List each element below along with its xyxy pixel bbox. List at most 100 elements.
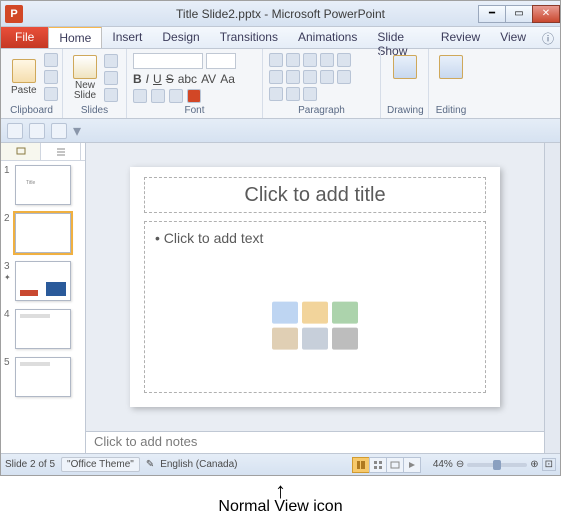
smartart-icon[interactable] bbox=[303, 87, 317, 101]
body-placeholder-text: Click to add text bbox=[155, 230, 475, 246]
insert-smartart-icon[interactable] bbox=[332, 301, 358, 323]
insert-clipart-icon[interactable] bbox=[302, 327, 328, 349]
thumbnail-5[interactable]: 5 bbox=[1, 353, 85, 401]
tab-slideshow[interactable]: Slide Show bbox=[367, 27, 430, 48]
tab-transitions[interactable]: Transitions bbox=[210, 27, 288, 48]
indent-dec-icon[interactable] bbox=[303, 53, 317, 67]
tab-view[interactable]: View bbox=[490, 27, 536, 48]
zoom-controls: 44% ⊖ ⊕ ⊡ bbox=[433, 458, 556, 471]
layout-icon[interactable] bbox=[104, 54, 118, 68]
paste-label: Paste bbox=[11, 85, 37, 96]
group-drawing: Drawing bbox=[381, 49, 429, 118]
bullets-icon[interactable] bbox=[269, 53, 283, 67]
editing-icon bbox=[439, 55, 463, 79]
justify-icon[interactable] bbox=[320, 70, 334, 84]
spacing-button[interactable]: AV bbox=[201, 72, 216, 86]
line-spacing-icon[interactable] bbox=[337, 53, 351, 67]
insert-chart-icon[interactable] bbox=[302, 301, 328, 323]
strike-button[interactable]: S bbox=[166, 72, 174, 86]
font-color-icon[interactable] bbox=[187, 89, 201, 103]
spellcheck-icon[interactable]: ✎ bbox=[146, 459, 154, 470]
notes-pane[interactable]: Click to add notes bbox=[86, 431, 544, 453]
slide-canvas-area: Click to add title Click to add text bbox=[86, 143, 544, 453]
format-painter-icon[interactable] bbox=[44, 87, 58, 101]
align-left-icon[interactable] bbox=[269, 70, 283, 84]
tab-insert[interactable]: Insert bbox=[102, 27, 152, 48]
paste-button[interactable]: Paste bbox=[7, 57, 41, 98]
tab-design[interactable]: Design bbox=[152, 27, 209, 48]
zoom-out-button[interactable]: ⊖ bbox=[456, 459, 464, 470]
normal-view-button[interactable] bbox=[352, 457, 370, 473]
cut-icon[interactable] bbox=[44, 53, 58, 67]
columns-icon[interactable] bbox=[337, 70, 351, 84]
reset-icon[interactable] bbox=[104, 71, 118, 85]
quick-access-toolbar: ▾ bbox=[1, 119, 560, 143]
redo-icon[interactable] bbox=[51, 123, 67, 139]
maximize-button[interactable]: ▭ bbox=[505, 5, 533, 23]
thumbnail-4[interactable]: 4 bbox=[1, 305, 85, 353]
section-icon[interactable] bbox=[104, 88, 118, 102]
align-center-icon[interactable] bbox=[286, 70, 300, 84]
title-placeholder[interactable]: Click to add title bbox=[144, 177, 486, 213]
language-indicator[interactable]: English (Canada) bbox=[160, 459, 237, 470]
case-button[interactable]: Aa bbox=[220, 72, 235, 86]
thumbnail-2[interactable]: 2 bbox=[1, 209, 85, 257]
underline-button[interactable]: U bbox=[153, 72, 162, 86]
slide-counter: Slide 2 of 5 bbox=[5, 459, 55, 470]
thumbnail-1[interactable]: 1Title bbox=[1, 161, 85, 209]
vertical-scrollbar[interactable] bbox=[544, 143, 560, 453]
thumbnail-3[interactable]: 3✦ bbox=[1, 257, 85, 305]
drawing-label: Drawing bbox=[387, 105, 422, 116]
slides-tab-icon[interactable] bbox=[1, 143, 41, 160]
font-size-select[interactable] bbox=[206, 53, 236, 69]
slideshow-view-button[interactable] bbox=[403, 457, 421, 473]
content-placeholder[interactable]: Click to add text bbox=[144, 221, 486, 393]
sorter-view-button[interactable] bbox=[369, 457, 387, 473]
slide[interactable]: Click to add title Click to add text bbox=[130, 167, 500, 407]
help-icon[interactable]: ⓘ bbox=[536, 27, 560, 48]
drawing-button[interactable] bbox=[387, 53, 422, 81]
outline-tab-icon[interactable] bbox=[41, 143, 81, 160]
content-type-icons[interactable] bbox=[272, 301, 358, 349]
minimize-button[interactable]: ━ bbox=[478, 5, 506, 23]
font-family-select[interactable] bbox=[133, 53, 203, 69]
file-tab[interactable]: File bbox=[1, 27, 48, 48]
text-direction-icon[interactable] bbox=[269, 87, 283, 101]
align-text-icon[interactable] bbox=[286, 87, 300, 101]
align-right-icon[interactable] bbox=[303, 70, 317, 84]
grow-font-icon[interactable] bbox=[133, 89, 147, 103]
undo-icon[interactable] bbox=[29, 123, 45, 139]
bold-button[interactable]: B bbox=[133, 72, 142, 86]
fit-window-button[interactable]: ⊡ bbox=[542, 458, 556, 471]
tab-home[interactable]: Home bbox=[48, 26, 102, 48]
insert-table-icon[interactable] bbox=[272, 301, 298, 323]
italic-button[interactable]: I bbox=[146, 72, 149, 86]
zoom-in-button[interactable]: ⊕ bbox=[530, 459, 538, 470]
tab-review[interactable]: Review bbox=[431, 27, 490, 48]
copy-icon[interactable] bbox=[44, 70, 58, 84]
insert-media-icon[interactable] bbox=[332, 327, 358, 349]
close-button[interactable]: ✕ bbox=[532, 5, 560, 23]
group-slides: New Slide Slides bbox=[63, 49, 127, 118]
reading-view-button[interactable] bbox=[386, 457, 404, 473]
group-paragraph: Paragraph bbox=[263, 49, 381, 118]
zoom-level[interactable]: 44% bbox=[433, 459, 453, 470]
editing-button[interactable] bbox=[435, 53, 467, 81]
font-label: Font bbox=[133, 105, 256, 116]
indent-inc-icon[interactable] bbox=[320, 53, 334, 67]
shadow-button[interactable]: abc bbox=[178, 72, 197, 86]
insert-picture-icon[interactable] bbox=[272, 327, 298, 349]
paragraph-label: Paragraph bbox=[269, 105, 374, 116]
shrink-font-icon[interactable] bbox=[151, 89, 165, 103]
zoom-slider[interactable] bbox=[467, 463, 527, 467]
new-slide-button[interactable]: New Slide bbox=[69, 53, 101, 103]
thumbnail-panel: 1Title 2 3✦ 4 5 bbox=[1, 143, 86, 453]
tab-animations[interactable]: Animations bbox=[288, 27, 367, 48]
theme-indicator[interactable]: "Office Theme" bbox=[61, 457, 140, 472]
arrow-up-icon: ↑ bbox=[0, 484, 561, 498]
save-icon[interactable] bbox=[7, 123, 23, 139]
qat-dropdown-icon[interactable]: ▾ bbox=[73, 121, 81, 141]
zoom-slider-thumb[interactable] bbox=[493, 460, 501, 470]
clear-format-icon[interactable] bbox=[169, 89, 183, 103]
numbering-icon[interactable] bbox=[286, 53, 300, 67]
